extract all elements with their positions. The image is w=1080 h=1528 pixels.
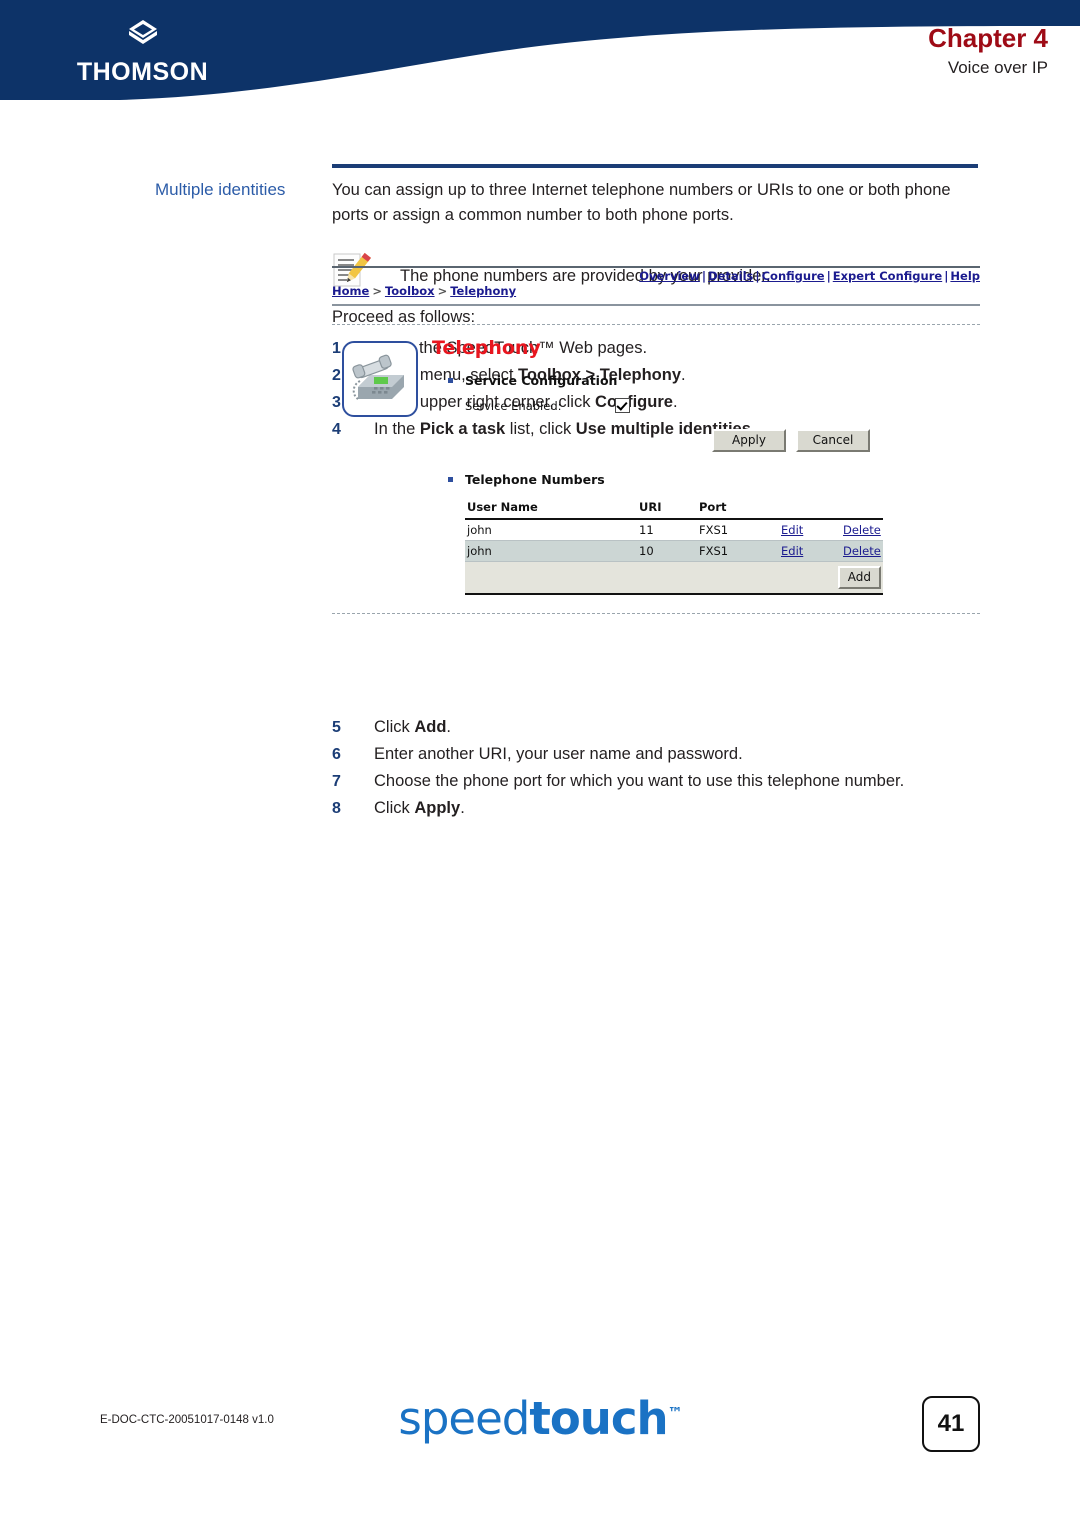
- step-text: Click Add.: [374, 718, 451, 737]
- telephone-numbers-table: User Name URI Port john 11 FXS1 Edit Del…: [465, 497, 883, 595]
- webui-panel-title: Telephony: [432, 337, 541, 359]
- page-footer: E-DOC-CTC-20051017-0148 v1.0 speedtouch™…: [0, 1386, 1080, 1466]
- step-text: Choose the phone port for which you want…: [374, 772, 904, 791]
- column-header-delete: [841, 497, 883, 520]
- breadcrumb-separator: >: [437, 284, 448, 298]
- thomson-diamond-logo-icon: [126, 18, 160, 54]
- step-number: 5: [332, 719, 341, 736]
- nav-link-help[interactable]: Help: [950, 269, 980, 283]
- page-number: 41: [922, 1396, 980, 1452]
- webui-dashed-separator-bottom: [332, 613, 980, 614]
- list-item: 7 Choose the phone port for which you wa…: [332, 772, 980, 791]
- breadcrumb-item-home[interactable]: Home: [332, 284, 369, 298]
- cell-edit: Edit: [779, 540, 841, 562]
- trademark-icon: ™: [667, 1404, 683, 1422]
- webui-panel-main: Telephony Service Configuration Service …: [432, 337, 980, 595]
- step-number: 7: [332, 773, 341, 790]
- step-text-pre: Enter another URI, your user name and pa…: [374, 745, 743, 763]
- delete-link[interactable]: Delete: [843, 523, 881, 537]
- cell-port: FXS1: [697, 519, 779, 541]
- nav-separator: |: [701, 269, 707, 283]
- breadcrumb: Home > Toolbox > Telephony: [332, 284, 516, 298]
- nav-link-expert-configure[interactable]: Expert Configure: [833, 269, 942, 283]
- field-service-enabled: Service Enabled:: [465, 398, 980, 413]
- brand-name: THOMSON: [76, 58, 209, 86]
- chapter-title: Chapter 4: [928, 23, 1048, 53]
- embedded-web-ui-screenshot: Overview | Details | Configure | Expert Config…: [332, 266, 980, 614]
- column-header-port: Port: [697, 497, 779, 520]
- edit-link[interactable]: Edit: [781, 544, 803, 558]
- brand-block: THOMSON: [50, 18, 235, 87]
- apply-button[interactable]: Apply: [712, 429, 786, 452]
- list-item: 5 Click Add.: [332, 718, 980, 737]
- step-text-post: .: [460, 799, 465, 817]
- bullet-icon: [448, 378, 453, 383]
- cell-user-name: john: [465, 540, 637, 562]
- webui-nav-links: Overview | Details | Configure | Expert Config…: [639, 269, 980, 283]
- section-telephone-numbers: Telephone Numbers: [448, 472, 980, 487]
- step-text: Enter another URI, your user name and pa…: [374, 745, 743, 764]
- desk-phone-icon: [342, 341, 418, 417]
- steps-lower-list: 5 Click Add. 6 Enter another URI, your u…: [332, 718, 980, 826]
- section-label: Telephone Numbers: [465, 472, 605, 487]
- nav-separator: |: [826, 269, 831, 283]
- column-header-edit: [779, 497, 841, 520]
- webui-button-row: Apply Cancel: [432, 429, 870, 452]
- webui-bottom-rule: [332, 304, 980, 306]
- nav-link-configure[interactable]: Configure: [762, 269, 825, 283]
- cell-uri: 11: [637, 519, 697, 541]
- cancel-button[interactable]: Cancel: [796, 429, 870, 452]
- step-text-bold: Add: [414, 718, 447, 736]
- table-add-row: Add: [465, 561, 883, 595]
- page-header: THOMSON Chapter 4 Voice over IP: [0, 0, 1080, 108]
- chapter-block: Chapter 4 Voice over IP: [928, 23, 1048, 80]
- cell-edit: Edit: [779, 519, 841, 541]
- service-enabled-checkbox[interactable]: [615, 398, 630, 413]
- cell-port: FXS1: [697, 540, 779, 562]
- cell-delete: Delete: [841, 519, 883, 541]
- webui-panel: Telephony Service Configuration Service …: [332, 325, 980, 595]
- nav-link-overview[interactable]: Overview: [639, 269, 700, 283]
- table-header-row: User Name URI Port: [465, 497, 883, 520]
- bullet-icon: [448, 477, 453, 482]
- list-item: 6 Enter another URI, your user name and …: [332, 745, 980, 764]
- list-item: 8 Click Apply.: [332, 799, 980, 818]
- webui-navbar: Overview | Details | Configure | Expert Config…: [332, 268, 980, 304]
- table-row: john 10 FXS1 Edit Delete: [465, 540, 883, 562]
- nav-separator: |: [755, 269, 760, 283]
- chapter-subtitle: Voice over IP: [947, 57, 1048, 77]
- section-service-configuration: Service Configuration: [448, 373, 980, 388]
- step-text-post: .: [446, 718, 452, 736]
- cell-add: Add: [465, 561, 883, 595]
- intro-paragraph: You can assign up to three Internet tele…: [332, 181, 951, 224]
- edit-link[interactable]: Edit: [781, 523, 803, 537]
- telephone-numbers-table-wrap: User Name URI Port john 11 FXS1 Edit Del…: [465, 497, 883, 595]
- cell-user-name: john: [465, 519, 637, 541]
- margin-topic-label: Multiple identities: [155, 180, 286, 199]
- breadcrumb-item-toolbox[interactable]: Toolbox: [385, 284, 435, 298]
- step-text-pre: Choose the phone port for which you want…: [374, 772, 905, 790]
- cell-uri: 10: [637, 540, 697, 562]
- step-text-bold: Apply: [414, 799, 461, 817]
- column-header-uri: URI: [637, 497, 697, 520]
- nav-link-details[interactable]: Details: [708, 269, 753, 283]
- speedtouch-logo: speedtouch™: [0, 1392, 1080, 1445]
- section-label: Service Configuration: [465, 373, 618, 388]
- column-header-user-name: User Name: [465, 497, 637, 520]
- field-label: Service Enabled:: [465, 398, 562, 413]
- logo-text-touch: touch: [529, 1392, 668, 1445]
- breadcrumb-item-telephony[interactable]: Telephony: [450, 284, 516, 298]
- step-text: Click Apply.: [374, 799, 465, 818]
- step-number: 6: [332, 746, 341, 763]
- step-text-pre: Click: [374, 718, 415, 736]
- logo-text-speed: speed: [398, 1392, 530, 1445]
- add-button[interactable]: Add: [837, 566, 881, 589]
- step-number: 8: [332, 800, 341, 817]
- step-text-pre: Click: [374, 799, 415, 817]
- delete-link[interactable]: Delete: [843, 544, 881, 558]
- cell-delete: Delete: [841, 540, 883, 562]
- topic-divider-rule: [332, 164, 978, 168]
- table-row: john 11 FXS1 Edit Delete: [465, 519, 883, 541]
- breadcrumb-separator: >: [372, 284, 382, 298]
